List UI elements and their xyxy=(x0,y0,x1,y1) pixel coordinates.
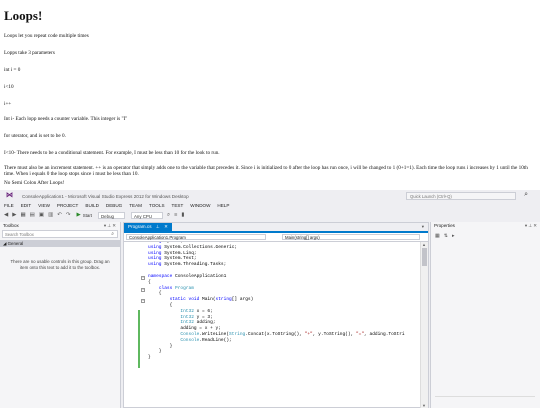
menu-tools[interactable]: TOOLS xyxy=(149,203,165,208)
paragraph-9: There must also be an increment statemen… xyxy=(4,165,528,178)
menu-test[interactable]: TEST xyxy=(172,203,184,208)
search-icon[interactable]: ⌕ xyxy=(524,191,528,199)
undo-icon[interactable]: ↶ xyxy=(57,212,62,218)
document-tab-strip: Program.cs ⊥ ✕ ▾ xyxy=(124,223,428,233)
navigation-bar: ConsoleApplication1.Program Main(string[… xyxy=(124,233,428,242)
visual-studio-logo-icon: ⋈ xyxy=(6,192,13,199)
start-icon[interactable]: ▶ xyxy=(77,212,81,218)
properties-description xyxy=(435,396,535,405)
menu-help[interactable]: HELP xyxy=(217,203,229,208)
open-icon[interactable]: ▤ xyxy=(30,212,35,218)
find-icon[interactable]: ⌕ xyxy=(167,212,170,219)
close-icon[interactable]: ✕ xyxy=(164,224,168,229)
search-icon[interactable]: ⌕ xyxy=(111,231,114,238)
paragraph-2: Lopps take 3 parameters xyxy=(4,50,55,56)
quick-launch-input[interactable]: Quick Launch (Ctrl+Q) xyxy=(406,192,516,200)
collapse-icon[interactable]: − xyxy=(141,287,145,292)
properties-panel: Properties ▾ ⊥ ✕ ▦ ⇅ ▸ xyxy=(430,222,540,408)
paragraph-3: int i = 0 xyxy=(4,67,21,73)
save-icon[interactable]: ▣ xyxy=(39,212,44,218)
change-bar xyxy=(138,310,140,368)
menu-file[interactable]: FILE xyxy=(4,203,14,208)
scroll-thumb[interactable] xyxy=(422,248,427,266)
chevron-down-icon[interactable]: ▾ xyxy=(422,223,424,231)
collapse-icon: ◢ xyxy=(3,241,7,246)
alphabetical-icon[interactable]: ⇅ xyxy=(444,233,448,239)
menu-debug[interactable]: DEBUG xyxy=(106,203,122,208)
paragraph-1: Loops let you repeat code multiple times xyxy=(4,33,89,39)
menu-window[interactable]: WINDOW xyxy=(190,203,210,208)
properties-title: Properties xyxy=(434,223,455,228)
toolbox-panel: Toolbox ▾ ⊥ ✕ Search Toolbox ⌕ ◢ General… xyxy=(0,222,121,408)
visual-studio-window: ⋈ ConsoleApplication1 - Microsoft Visual… xyxy=(0,190,540,408)
menu-bar: FILE EDIT VIEW PROJECT BUILD DEBUG TEAM … xyxy=(4,203,229,208)
pin-icon[interactable]: ▾ ⊥ ✕ xyxy=(104,222,116,230)
menu-team[interactable]: TEAM xyxy=(129,203,142,208)
pin-icon[interactable]: ⊥ xyxy=(156,224,160,229)
redo-icon[interactable]: ↷ xyxy=(66,212,71,218)
forward-icon[interactable]: ▶ xyxy=(12,212,16,218)
toolbox-title: Toolbox xyxy=(3,223,19,228)
categorized-icon[interactable]: ▦ xyxy=(435,233,440,239)
back-icon[interactable]: ◀ xyxy=(4,212,8,218)
window-title: ConsoleApplication1 - Microsoft Visual S… xyxy=(22,193,189,199)
code-text-area[interactable]: using System; using System.Collections.G… xyxy=(124,242,420,408)
tab-program-cs[interactable]: Program.cs ⊥ ✕ xyxy=(124,223,172,231)
menu-project[interactable]: PROJECT xyxy=(57,203,78,208)
code-line: using System.Threading.Tasks; xyxy=(148,262,227,268)
scroll-down-icon[interactable]: ▼ xyxy=(422,403,426,408)
save-all-icon[interactable]: ▥ xyxy=(48,212,53,218)
code-line: namespace ConsoleApplication1 xyxy=(148,274,227,279)
toolbox-search-input[interactable]: Search Toolbox ⌕ xyxy=(2,230,118,238)
page-title: Loops! xyxy=(4,8,43,23)
comment-icon[interactable]: ≡ xyxy=(174,212,177,218)
bookmark-icon[interactable]: ▮ xyxy=(181,212,184,218)
property-pages-icon[interactable]: ▸ xyxy=(452,233,455,239)
vertical-scrollbar[interactable]: ▲ ▼ xyxy=(420,242,428,408)
configuration-select[interactable]: Debug xyxy=(98,211,125,219)
collapse-icon[interactable]: − xyxy=(141,276,145,280)
new-project-icon[interactable]: ▦ xyxy=(20,212,25,218)
toolbar: ◀ ▶ ▦ ▤ ▣ ▥ ↶ ↷ ▶ Start Debug Any CPU ⌕ … xyxy=(0,210,540,220)
toolbox-empty-message: There are no usable controls in this gro… xyxy=(10,259,110,270)
properties-header: Properties ▾ ⊥ ✕ xyxy=(431,222,540,230)
paragraph-7: for uterator, and is set to be 0. xyxy=(4,133,66,139)
code-editor: Program.cs ⊥ ✕ ▾ ConsoleApplication1.Pro… xyxy=(123,222,429,408)
paragraph-10: No Semi Colon After Loops! xyxy=(4,180,65,186)
code-line: } xyxy=(148,355,151,361)
tab-label: Program.cs xyxy=(128,224,152,229)
start-button[interactable]: Start xyxy=(83,213,92,218)
class-select[interactable]: ConsoleApplication1.Program xyxy=(126,234,266,240)
pin-icon[interactable]: ▾ ⊥ ✕ xyxy=(525,222,537,230)
toolbox-header: Toolbox ▾ ⊥ ✕ xyxy=(0,222,120,230)
menu-build[interactable]: BUILD xyxy=(85,203,99,208)
menu-view[interactable]: VIEW xyxy=(38,203,50,208)
title-bar: ⋈ ConsoleApplication1 - Microsoft Visual… xyxy=(0,190,540,202)
paragraph-6: Int i- Each lopp needs a counter variabl… xyxy=(4,116,128,122)
platform-select[interactable]: Any CPU xyxy=(130,211,164,219)
toolbox-group-general[interactable]: ◢ General xyxy=(0,240,120,247)
paragraph-8: I<10- There needs to be a conditional st… xyxy=(4,150,220,156)
toolbox-search-placeholder: Search Toolbox xyxy=(5,232,34,237)
paragraph-4: i<10 xyxy=(4,84,14,90)
toolbox-group-label: General xyxy=(7,241,24,246)
properties-toolbar: ▦ ⇅ ▸ xyxy=(435,233,540,239)
paragraph-5: i++ xyxy=(4,101,12,107)
scroll-up-icon[interactable]: ▲ xyxy=(422,242,426,247)
collapse-icon[interactable]: − xyxy=(141,299,145,303)
member-select[interactable]: Main(string[] args) xyxy=(282,234,420,240)
menu-edit[interactable]: EDIT xyxy=(21,203,31,208)
